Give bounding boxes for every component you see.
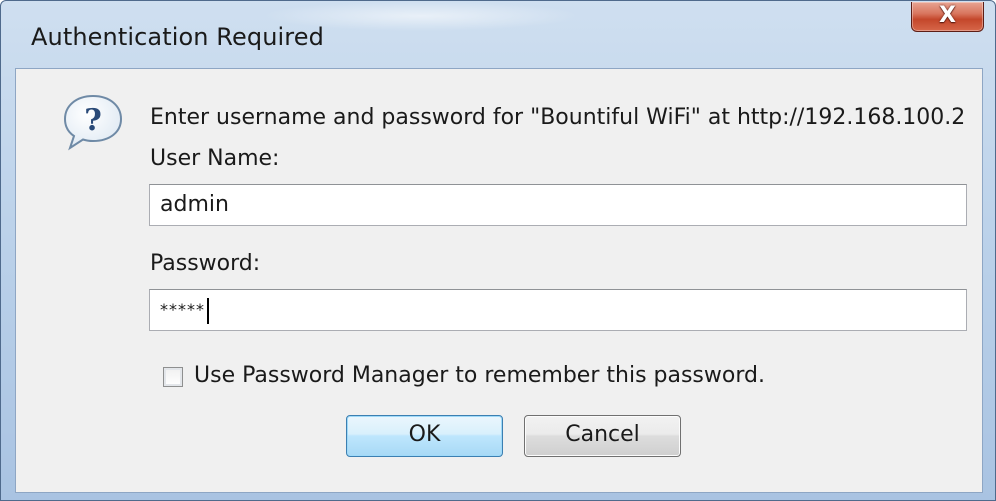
- remember-password-checkbox[interactable]: [163, 367, 183, 387]
- auth-dialog-window: Authentication Required X ? Enter userna…: [0, 0, 996, 501]
- cancel-button[interactable]: Cancel: [524, 415, 681, 457]
- close-icon: X: [939, 3, 956, 28]
- text-caret: [207, 297, 209, 324]
- username-input[interactable]: admin: [149, 184, 967, 226]
- ok-button[interactable]: OK: [346, 415, 503, 457]
- dialog-body: ? Enter username and password for "Bount…: [15, 68, 983, 493]
- remember-password-label[interactable]: Use Password Manager to remember this pa…: [194, 363, 765, 388]
- password-input[interactable]: *****: [149, 289, 967, 331]
- help-icon: ?: [63, 94, 123, 151]
- svg-text:?: ?: [84, 103, 102, 138]
- close-button[interactable]: X: [911, 2, 984, 32]
- auth-prompt-text: Enter username and password for "Bountif…: [150, 105, 966, 130]
- dialog-title: Authentication Required: [31, 23, 324, 51]
- password-label: Password:: [150, 251, 261, 276]
- username-value: admin: [160, 192, 229, 217]
- password-value: *****: [160, 300, 205, 319]
- username-label: User Name:: [150, 146, 280, 171]
